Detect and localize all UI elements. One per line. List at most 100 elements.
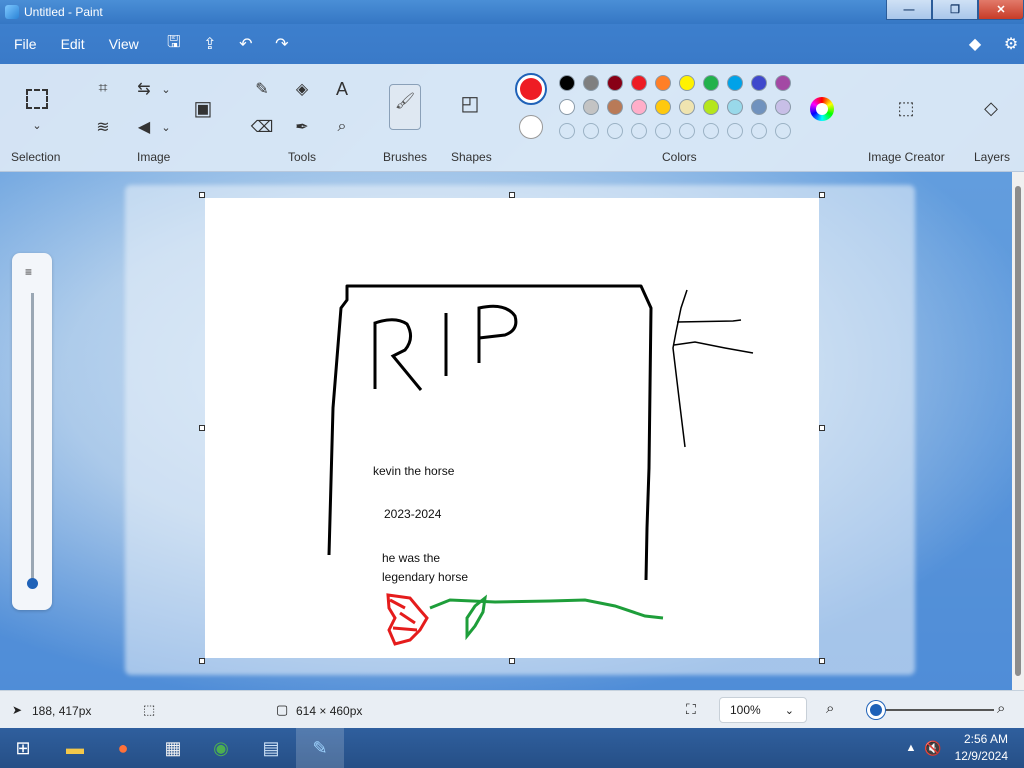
resize-handle-bl[interactable] bbox=[199, 658, 205, 664]
primary-color-swatch bbox=[520, 78, 542, 100]
slider-knob[interactable] bbox=[27, 578, 38, 589]
palette-swatch[interactable] bbox=[583, 99, 599, 115]
custom-color-slot[interactable] bbox=[679, 123, 695, 139]
shapes-icon[interactable]: ◰ bbox=[459, 92, 481, 115]
palette-swatch[interactable] bbox=[775, 99, 791, 115]
palette-swatch[interactable] bbox=[703, 75, 719, 91]
text-tool-icon[interactable]: A bbox=[331, 78, 353, 100]
palette-swatch[interactable] bbox=[655, 75, 671, 91]
fill-bucket-icon[interactable]: ◈ bbox=[291, 78, 313, 100]
menu-view[interactable]: View bbox=[109, 36, 139, 52]
volume-muted-icon[interactable]: 🔇 bbox=[918, 733, 948, 763]
magnifier-icon[interactable]: ⌕ bbox=[331, 116, 353, 138]
brush-icon: 🖌 bbox=[394, 93, 416, 110]
rotate-icon[interactable]: ⇆ bbox=[133, 78, 155, 100]
custom-color-slot[interactable] bbox=[655, 123, 671, 139]
account-icon[interactable]: ◆ bbox=[964, 34, 986, 54]
vertical-zoom-slider[interactable]: ≡ bbox=[12, 253, 52, 610]
custom-color-slot[interactable] bbox=[703, 123, 719, 139]
zoom-slider-knob[interactable] bbox=[867, 701, 885, 719]
palette-swatch[interactable] bbox=[559, 75, 575, 91]
system-clock[interactable]: 2:56 AM 12/9/2024 bbox=[955, 731, 1008, 765]
palette-swatch[interactable] bbox=[679, 99, 695, 115]
resize-handle-tr[interactable] bbox=[819, 192, 825, 198]
resize-handle-l[interactable] bbox=[199, 425, 205, 431]
drawing-canvas[interactable]: kevin the horse 2023-2024 he was the leg… bbox=[205, 198, 819, 658]
brush-button[interactable]: 🖌 bbox=[389, 84, 421, 130]
firefox-icon[interactable]: ● bbox=[108, 733, 138, 763]
chevron-down-icon[interactable]: ⌄ bbox=[26, 114, 48, 136]
custom-color-slot[interactable] bbox=[583, 123, 599, 139]
palette-swatch[interactable] bbox=[631, 75, 647, 91]
flip-dropdown-icon[interactable]: ⌄ bbox=[155, 116, 177, 138]
image-creator-icon[interactable]: ⬚ bbox=[895, 97, 917, 119]
eraser-icon[interactable]: ⌫ bbox=[251, 116, 274, 138]
control-panel-icon[interactable]: ▤ bbox=[256, 733, 286, 763]
vertical-scrollbar[interactable] bbox=[1012, 172, 1024, 690]
rotate-dropdown-icon[interactable]: ⌄ bbox=[155, 78, 177, 100]
custom-color-slot[interactable] bbox=[559, 123, 575, 139]
start-windows-icon[interactable]: ⊞ bbox=[8, 733, 38, 763]
save-icon[interactable]: 🖫 bbox=[163, 31, 185, 58]
undo-icon[interactable]: ↶ bbox=[235, 34, 257, 54]
resize-handle-r[interactable] bbox=[819, 425, 825, 431]
custom-color-slot[interactable] bbox=[607, 123, 623, 139]
palette-swatch[interactable] bbox=[751, 75, 767, 91]
menu-file[interactable]: File bbox=[14, 36, 37, 52]
primary-color-button[interactable] bbox=[515, 73, 547, 105]
palette-swatch[interactable] bbox=[727, 99, 743, 115]
paint-taskbar-icon[interactable]: ✎ bbox=[305, 733, 335, 763]
fit-to-window-icon[interactable]: ⛶ bbox=[686, 701, 696, 718]
close-button[interactable]: ✕ bbox=[978, 0, 1024, 20]
zoom-slider-track[interactable] bbox=[876, 709, 994, 711]
image-select-icon[interactable]: ▣ bbox=[192, 97, 214, 120]
palette-swatch[interactable] bbox=[559, 99, 575, 115]
chrome-icon[interactable]: ◉ bbox=[206, 733, 236, 763]
resize-handle-br[interactable] bbox=[819, 658, 825, 664]
window-controls: — ❐ ✕ bbox=[886, 0, 1024, 20]
zoom-out-icon[interactable]: ⌕ bbox=[826, 700, 834, 717]
custom-color-slot[interactable] bbox=[631, 123, 647, 139]
share-icon[interactable]: ⇪ bbox=[199, 34, 221, 54]
custom-color-slot[interactable] bbox=[727, 123, 743, 139]
slider-track bbox=[31, 293, 34, 583]
custom-color-slot[interactable] bbox=[775, 123, 791, 139]
microsoft-store-icon[interactable]: ▦ bbox=[158, 733, 188, 763]
layers-icon[interactable]: ◇ bbox=[980, 97, 1002, 119]
group-label-tools: Tools bbox=[288, 150, 317, 164]
selection-rectangle-icon[interactable] bbox=[26, 89, 48, 109]
resize-handle-tl[interactable] bbox=[199, 192, 205, 198]
menu-edit[interactable]: Edit bbox=[61, 36, 85, 52]
file-explorer-icon[interactable]: ▬ bbox=[60, 733, 90, 763]
palette-swatch[interactable] bbox=[607, 75, 623, 91]
palette-swatch[interactable] bbox=[703, 99, 719, 115]
pencil-icon[interactable]: ✎ bbox=[251, 78, 273, 100]
redo-icon[interactable]: ↷ bbox=[271, 34, 293, 54]
palette-swatch[interactable] bbox=[655, 99, 671, 115]
minimize-button[interactable]: — bbox=[886, 0, 932, 20]
crop-icon[interactable]: ⌗ bbox=[92, 78, 114, 100]
palette-swatch[interactable] bbox=[607, 99, 623, 115]
palette-swatch[interactable] bbox=[631, 99, 647, 115]
zoom-select[interactable]: 100% ⌄ bbox=[719, 697, 807, 723]
palette-swatch[interactable] bbox=[583, 75, 599, 91]
flip-icon[interactable]: ◀ bbox=[133, 116, 155, 138]
secondary-color-button[interactable] bbox=[519, 115, 543, 139]
resize-icon[interactable]: ≋ bbox=[92, 116, 114, 138]
color-picker-icon[interactable]: ✒ bbox=[291, 116, 313, 138]
group-label-image: Image bbox=[137, 150, 171, 164]
palette-swatch[interactable] bbox=[751, 99, 767, 115]
custom-color-slot[interactable] bbox=[751, 123, 767, 139]
edit-colors-icon[interactable] bbox=[810, 97, 834, 121]
maximize-button[interactable]: ❐ bbox=[932, 0, 978, 20]
palette-swatch[interactable] bbox=[679, 75, 695, 91]
palette-swatch[interactable] bbox=[727, 75, 743, 91]
zoom-in-icon[interactable]: ⌕ bbox=[997, 700, 1005, 717]
palette-swatch[interactable] bbox=[775, 75, 791, 91]
cursor-icon: ➤ bbox=[12, 703, 23, 717]
scrollbar-thumb[interactable] bbox=[1015, 186, 1021, 676]
resize-handle-t[interactable] bbox=[509, 192, 515, 198]
resize-handle-b[interactable] bbox=[509, 658, 515, 664]
settings-gear-icon[interactable]: ⚙ bbox=[1000, 34, 1022, 54]
green-stem bbox=[429, 598, 664, 620]
